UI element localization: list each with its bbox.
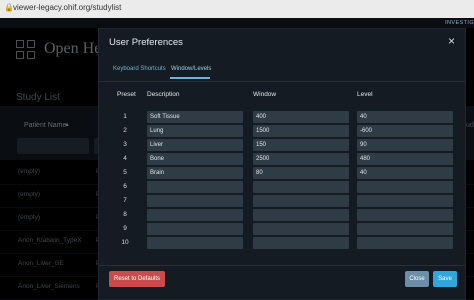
level-input[interactable] <box>357 195 453 207</box>
level-input[interactable] <box>357 223 453 235</box>
column-description: Description <box>147 91 180 98</box>
preset-number: 10 <box>121 239 129 246</box>
level-input[interactable]: 90 <box>357 139 453 151</box>
level-input[interactable] <box>357 237 453 249</box>
browser-address-bar: 🔒 viewer-legacy.ohif.org/studylist <box>0 0 474 19</box>
level-input[interactable]: -600 <box>357 125 453 137</box>
description-input[interactable]: Bone <box>147 153 243 165</box>
reset-to-defaults-button[interactable]: Reset to Defaults <box>109 271 165 287</box>
preset-row: 5 Brain 80 40 <box>113 167 453 179</box>
preset-number: 3 <box>123 141 127 148</box>
description-input[interactable] <box>147 209 243 221</box>
level-input[interactable]: 480 <box>357 153 453 165</box>
window-input[interactable]: 1500 <box>253 125 349 137</box>
description-input[interactable]: Liver <box>147 139 243 151</box>
preset-row: 2 Lung 1500 -600 <box>113 125 453 137</box>
column-preset: Preset <box>117 91 136 98</box>
preset-row: 8 <box>113 209 453 221</box>
modal-title: User Preferences <box>109 37 183 48</box>
window-input[interactable] <box>253 181 349 193</box>
preset-row: 6 <box>113 181 453 193</box>
investigational-label: INVESTIG <box>445 20 474 26</box>
active-tab-indicator <box>170 77 210 79</box>
preset-number: 5 <box>123 169 127 176</box>
preset-row: 10 <box>113 237 453 249</box>
close-button[interactable]: Close <box>405 271 429 287</box>
preset-row: 4 Bone 2500 480 <box>113 153 453 165</box>
user-preferences-modal: User Preferences × Keyboard Shortcuts Wi… <box>98 28 466 300</box>
window-input[interactable] <box>253 209 349 221</box>
window-input[interactable] <box>253 237 349 249</box>
preset-row: 1 Soft Tissue 400 40 <box>113 111 453 123</box>
level-input[interactable]: 40 <box>357 167 453 179</box>
preset-number: 9 <box>123 225 127 232</box>
preset-number: 7 <box>123 197 127 204</box>
level-input[interactable] <box>357 209 453 221</box>
window-input[interactable]: 150 <box>253 139 349 151</box>
preset-number: 8 <box>123 211 127 218</box>
preset-number: 6 <box>123 183 127 190</box>
window-input[interactable] <box>253 195 349 207</box>
level-input[interactable] <box>357 181 453 193</box>
tab-keyboard-shortcuts[interactable]: Keyboard Shortcuts <box>113 66 166 72</box>
window-input[interactable]: 2500 <box>253 153 349 165</box>
preset-number: 2 <box>123 127 127 134</box>
level-input[interactable]: 40 <box>357 111 453 123</box>
preset-number: 1 <box>123 113 127 120</box>
close-icon[interactable]: × <box>448 34 455 48</box>
description-input[interactable] <box>147 195 243 207</box>
preset-row: 9 <box>113 223 453 235</box>
column-level: Level <box>357 91 373 98</box>
description-input[interactable]: Soft Tissue <box>147 111 243 123</box>
tab-divider <box>99 81 465 82</box>
lock-icon: 🔒 <box>4 3 14 12</box>
column-window: Window <box>253 91 277 98</box>
save-button[interactable]: Save <box>433 271 457 287</box>
footer-divider <box>99 265 465 266</box>
window-input[interactable]: 80 <box>253 167 349 179</box>
preset-number: 4 <box>123 155 127 162</box>
preset-row: 3 Liver 150 90 <box>113 139 453 151</box>
preset-row: 7 <box>113 195 453 207</box>
description-input[interactable]: Brain <box>147 167 243 179</box>
description-input[interactable] <box>147 237 243 249</box>
description-input[interactable]: Lung <box>147 125 243 137</box>
window-input[interactable] <box>253 223 349 235</box>
url-text[interactable]: viewer-legacy.ohif.org/studylist <box>13 3 121 12</box>
tab-window-levels[interactable]: Window/Levels <box>171 66 211 72</box>
description-input[interactable] <box>147 223 243 235</box>
description-input[interactable] <box>147 181 243 193</box>
top-strip <box>0 18 474 28</box>
window-input[interactable]: 400 <box>253 111 349 123</box>
